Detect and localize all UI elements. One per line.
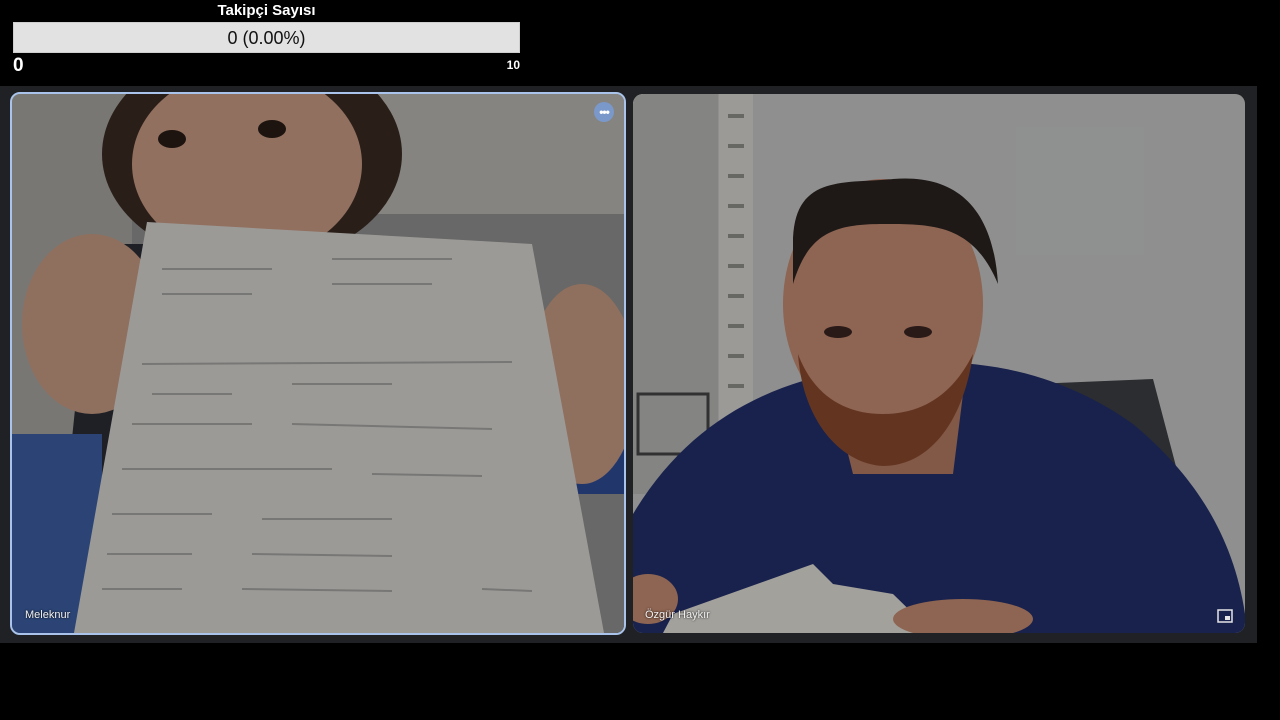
participant-tile-meleknur[interactable]: ••• Meleknur xyxy=(10,92,626,635)
participant-name-meleknur: Meleknur xyxy=(25,609,71,621)
participant-tile-ozgur[interactable]: Özgür Haykır xyxy=(633,94,1245,633)
meeting-stage: ••• Meleknur Özgür Haykır xyxy=(0,86,1257,643)
follower-max-label: 10 xyxy=(506,58,520,72)
more-options-icon: ••• xyxy=(599,105,610,119)
follower-progress-bar: 0 (0.00%) xyxy=(13,22,520,53)
picture-in-picture-icon[interactable] xyxy=(1217,609,1233,623)
more-options-button[interactable]: ••• xyxy=(594,102,614,122)
follower-min-label: 0 xyxy=(13,55,24,76)
follower-value: 0 (0.00%) xyxy=(227,28,306,48)
participant-name-ozgur: Özgür Haykır xyxy=(645,609,710,621)
right-edge xyxy=(1257,86,1280,643)
follower-title: Takipçi Sayısı xyxy=(217,2,316,19)
follower-counter: Takipçi Sayısı 0 (0.00%) 0 10 xyxy=(13,0,520,80)
